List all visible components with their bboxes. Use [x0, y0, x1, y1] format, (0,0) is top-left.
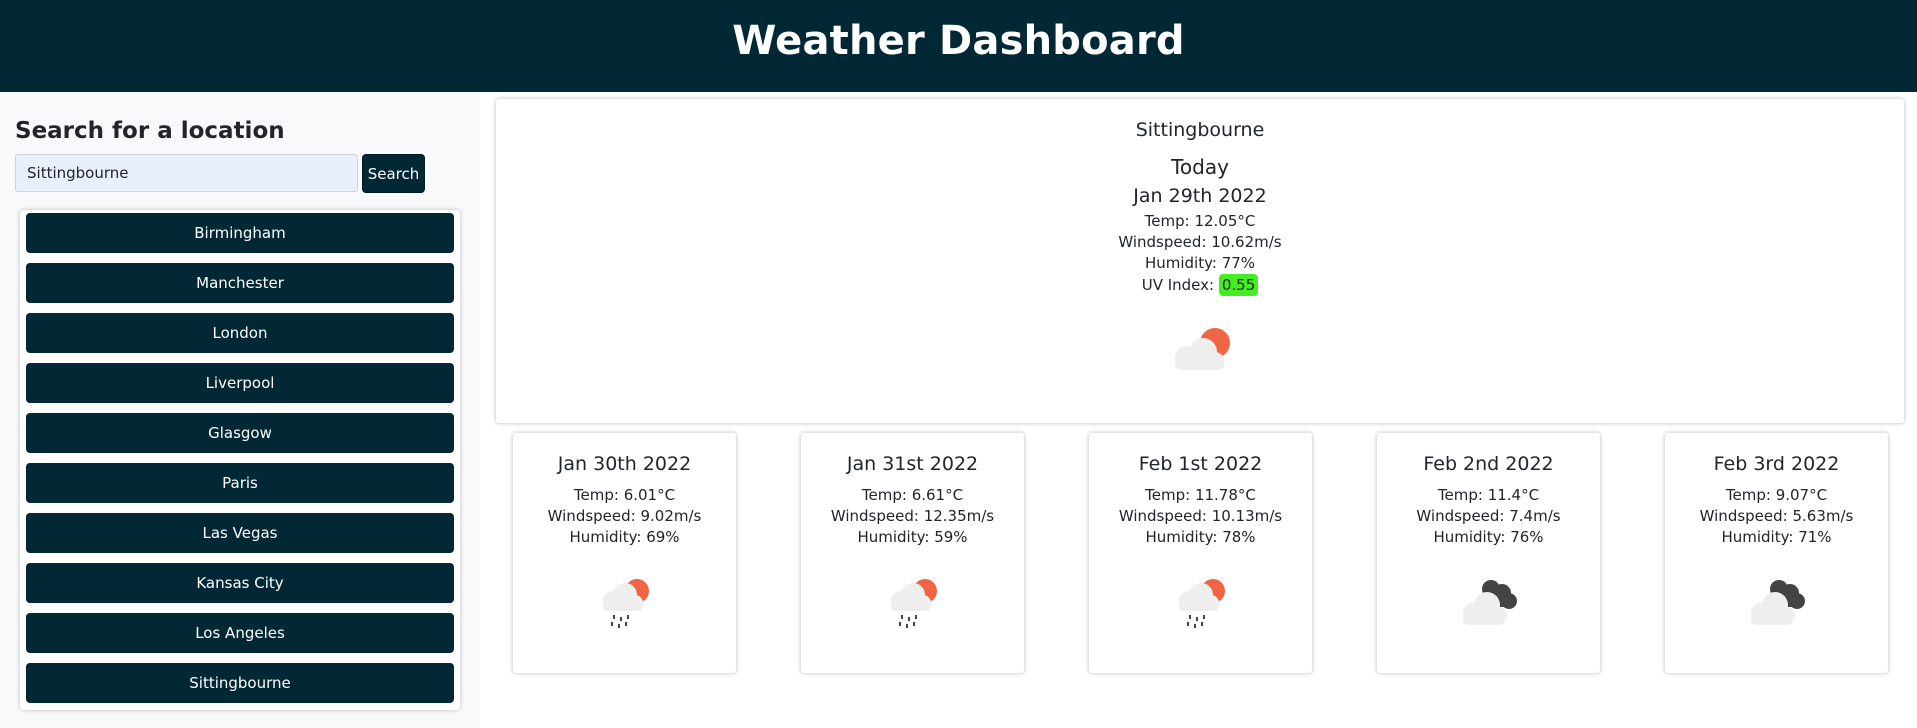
- search-title: Search for a location: [15, 118, 285, 144]
- city-button-kansas-city[interactable]: Kansas City: [26, 563, 454, 603]
- forecast-windspeed: Windspeed: 9.02m/s: [547, 507, 702, 525]
- forecast-date: Feb 3rd 2022: [1713, 453, 1840, 475]
- current-humidity: Humidity: 77%: [1144, 254, 1256, 272]
- broken-clouds-icon: [1751, 580, 1805, 625]
- rain-sun-icon: [891, 579, 937, 628]
- broken-clouds-icon: [1463, 580, 1517, 625]
- forecast-date: Jan 31st 2022: [846, 453, 979, 475]
- city-button-sittingbourne[interactable]: Sittingbourne: [26, 663, 454, 703]
- current-city: Sittingbourne: [1135, 119, 1265, 141]
- current-temp: Temp: 12.05°C: [1144, 212, 1256, 230]
- forecast-windspeed: Windspeed: 12.35m/s: [830, 507, 995, 525]
- forecast-card: Jan 31st 2022 Temp: 6.61°C Windspeed: 12…: [801, 433, 1024, 673]
- forecast-humidity: Humidity: 71%: [1721, 528, 1832, 546]
- forecast-windspeed: Windspeed: 7.4m/s: [1416, 507, 1561, 525]
- forecast-temp: Temp: 6.61°C: [861, 486, 964, 504]
- city-button-london[interactable]: London: [26, 313, 454, 353]
- forecast-windspeed: Windspeed: 10.13m/s: [1118, 507, 1283, 525]
- partly-cloudy-day-icon: [1175, 328, 1230, 370]
- forecast-windspeed: Windspeed: 5.63m/s: [1699, 507, 1854, 525]
- page-title: Weather Dashboard: [732, 18, 1185, 64]
- forecast-humidity: Humidity: 59%: [857, 528, 968, 546]
- city-button-liverpool[interactable]: Liverpool: [26, 363, 454, 403]
- uv-index-badge: 0.55: [1218, 274, 1259, 296]
- forecast-humidity: Humidity: 76%: [1433, 528, 1544, 546]
- forecast-card: Jan 30th 2022 Temp: 6.01°C Windspeed: 9.…: [513, 433, 736, 673]
- forecast-date: Feb 2nd 2022: [1423, 453, 1554, 475]
- app-header: Weather Dashboard: [0, 0, 1917, 92]
- uv-index-label: UV Index:: [1141, 276, 1215, 294]
- saved-cities-list: Birmingham Manchester London Liverpool G…: [20, 210, 460, 710]
- rain-sun-icon: [603, 579, 649, 628]
- city-button-los-angeles[interactable]: Los Angeles: [26, 613, 454, 653]
- forecast-temp: Temp: 11.78°C: [1145, 486, 1256, 504]
- city-button-las-vegas[interactable]: Las Vegas: [26, 513, 454, 553]
- forecast-date: Jan 30th 2022: [557, 453, 692, 475]
- forecast-card: Feb 2nd 2022 Temp: 11.4°C Windspeed: 7.4…: [1377, 433, 1600, 673]
- forecast-humidity: Humidity: 69%: [569, 528, 680, 546]
- today-label: Today: [1171, 155, 1229, 179]
- rain-sun-icon: [1179, 579, 1225, 628]
- forecast-date: Feb 1st 2022: [1138, 453, 1263, 475]
- search-button[interactable]: Search: [362, 154, 425, 193]
- forecast-card: Feb 3rd 2022 Temp: 9.07°C Windspeed: 5.6…: [1665, 433, 1888, 673]
- city-button-glasgow[interactable]: Glasgow: [26, 413, 454, 453]
- forecast-card: Feb 1st 2022 Temp: 11.78°C Windspeed: 10…: [1089, 433, 1312, 673]
- forecast-temp: Temp: 6.01°C: [573, 486, 676, 504]
- current-windspeed: Windspeed: 10.62m/s: [1118, 233, 1282, 251]
- search-input[interactable]: [15, 154, 358, 192]
- forecast-temp: Temp: 9.07°C: [1725, 486, 1828, 504]
- forecast-temp: Temp: 11.4°C: [1437, 486, 1540, 504]
- city-button-paris[interactable]: Paris: [26, 463, 454, 503]
- uv-index-row: UV Index: 0.55: [496, 274, 1904, 296]
- forecast-humidity: Humidity: 78%: [1145, 528, 1256, 546]
- current-weather-card: Sittingbourne Today Jan 29th 2022 Temp: …: [496, 99, 1904, 423]
- city-button-manchester[interactable]: Manchester: [26, 263, 454, 303]
- current-date: Jan 29th 2022: [1133, 185, 1267, 207]
- sidebar: Search for a location Search Birmingham …: [0, 92, 480, 728]
- city-button-birmingham[interactable]: Birmingham: [26, 213, 454, 253]
